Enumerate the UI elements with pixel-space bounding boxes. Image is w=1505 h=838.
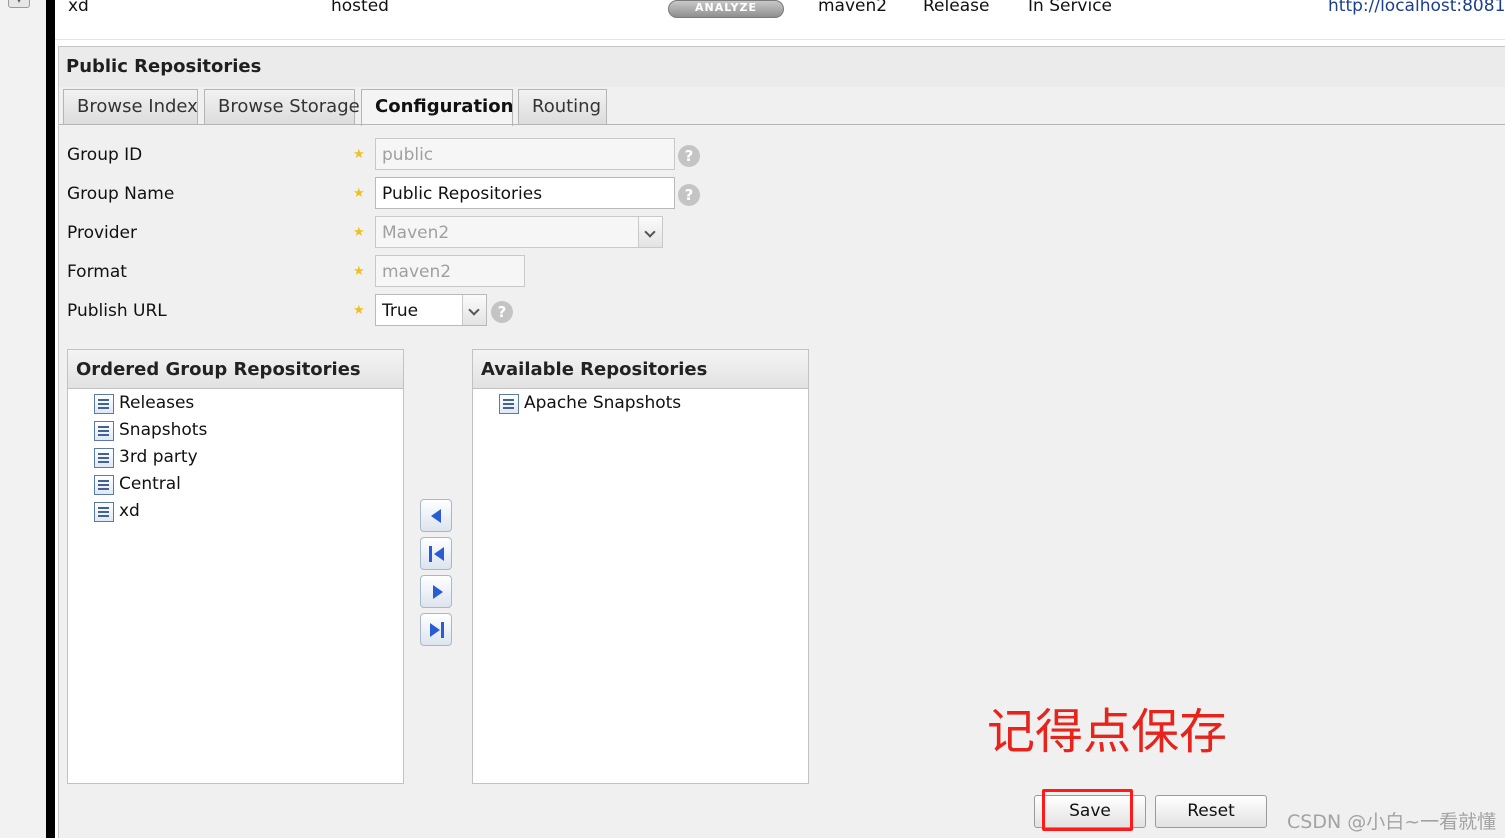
- row-status: In Service: [1028, 0, 1113, 16]
- row-name: xd: [68, 0, 89, 16]
- group-name-input[interactable]: Public Repositories: [375, 177, 675, 209]
- list-item[interactable]: xd: [68, 498, 403, 525]
- move-left-button[interactable]: [420, 499, 452, 532]
- group-id-field: public: [375, 138, 675, 170]
- move-to-bottom-button[interactable]: [420, 613, 452, 646]
- row-format: maven2: [818, 0, 888, 16]
- help-icon[interactable]: ?: [678, 145, 700, 167]
- move-to-top-button[interactable]: [420, 537, 452, 570]
- available-repositories-list[interactable]: Available Repositories Apache Snapshots: [472, 349, 809, 784]
- ordered-group-header: Ordered Group Repositories: [68, 350, 403, 389]
- tab-configuration[interactable]: Configuration: [361, 89, 513, 126]
- panel-title: Public Repositories: [59, 47, 1505, 87]
- list-item-label: Snapshots: [119, 420, 208, 440]
- chevron-down-icon[interactable]: [462, 295, 486, 325]
- splitter-bar[interactable]: [46, 0, 55, 838]
- left-gutter: ▾: [0, 0, 46, 838]
- repository-icon: [94, 394, 114, 414]
- tab-browse-storage[interactable]: Browse Storage: [204, 89, 360, 124]
- annotation-text: 记得点保存: [987, 704, 1228, 760]
- required-star-icon: ★: [353, 147, 365, 162]
- publish-url-label: Publish URL: [67, 301, 167, 321]
- triangle-left-icon: [434, 547, 444, 561]
- publish-url-value: True: [382, 301, 419, 321]
- analyze-button[interactable]: ANALYZE: [668, 0, 784, 18]
- format-field: maven2: [375, 255, 525, 287]
- list-item[interactable]: 3rd party: [68, 444, 403, 471]
- triangle-right-icon: [433, 585, 443, 599]
- required-star-icon: ★: [353, 264, 365, 279]
- chevron-down-icon: [638, 217, 662, 247]
- repository-icon: [94, 502, 114, 522]
- ordered-group-repositories-list[interactable]: Ordered Group Repositories Releases Snap…: [67, 349, 404, 784]
- required-star-icon: ★: [353, 303, 365, 318]
- triangle-right-icon: [430, 623, 440, 637]
- list-item[interactable]: Releases: [68, 390, 403, 417]
- row-url[interactable]: http://localhost:8081/n: [1328, 0, 1505, 16]
- list-item[interactable]: Apache Snapshots: [473, 390, 808, 417]
- provider-value: Maven2: [382, 223, 450, 243]
- repository-config-panel: Public Repositories Browse Index Browse …: [58, 46, 1505, 838]
- required-star-icon: ★: [353, 186, 365, 201]
- publish-url-select[interactable]: True: [375, 294, 487, 326]
- collapse-button[interactable]: ▾: [8, 0, 30, 8]
- list-item[interactable]: Central: [68, 471, 403, 498]
- repository-icon: [94, 475, 114, 495]
- row-type: hosted: [331, 0, 389, 16]
- triangle-left-icon: [431, 509, 441, 523]
- list-item-label: 3rd party: [119, 447, 198, 467]
- provider-label: Provider: [67, 223, 137, 243]
- repository-icon: [94, 421, 114, 441]
- bar-triangle-left-icon: [429, 546, 432, 562]
- help-icon[interactable]: ?: [678, 184, 700, 206]
- repository-icon: [499, 394, 519, 414]
- watermark: CSDN @小白~一看就懂: [1287, 811, 1497, 833]
- provider-select: Maven2: [375, 216, 663, 248]
- group-name-label: Group Name: [67, 184, 175, 204]
- list-item[interactable]: Snapshots: [68, 417, 403, 444]
- repository-row-xd[interactable]: xd hosted ANALYZE maven2 Release In Serv…: [55, 0, 1505, 40]
- reset-button[interactable]: Reset: [1155, 795, 1267, 828]
- repository-icon: [94, 448, 114, 468]
- format-label: Format: [67, 262, 127, 282]
- tab-strip-divider: [59, 124, 1505, 125]
- triangle-right-bar-icon: [441, 622, 444, 638]
- group-id-label: Group ID: [67, 145, 143, 165]
- tab-routing[interactable]: Routing: [518, 89, 607, 124]
- list-item-label: Central: [119, 474, 181, 494]
- list-item-label: Releases: [119, 393, 195, 413]
- move-right-button[interactable]: [420, 575, 452, 608]
- tab-browse-index[interactable]: Browse Index: [63, 89, 198, 124]
- save-highlight-box: [1042, 789, 1133, 831]
- list-item-label: xd: [119, 501, 140, 521]
- required-star-icon: ★: [353, 225, 365, 240]
- row-policy: Release: [923, 0, 990, 16]
- list-item-label: Apache Snapshots: [524, 393, 682, 413]
- available-repositories-header: Available Repositories: [473, 350, 808, 389]
- help-icon[interactable]: ?: [491, 301, 513, 323]
